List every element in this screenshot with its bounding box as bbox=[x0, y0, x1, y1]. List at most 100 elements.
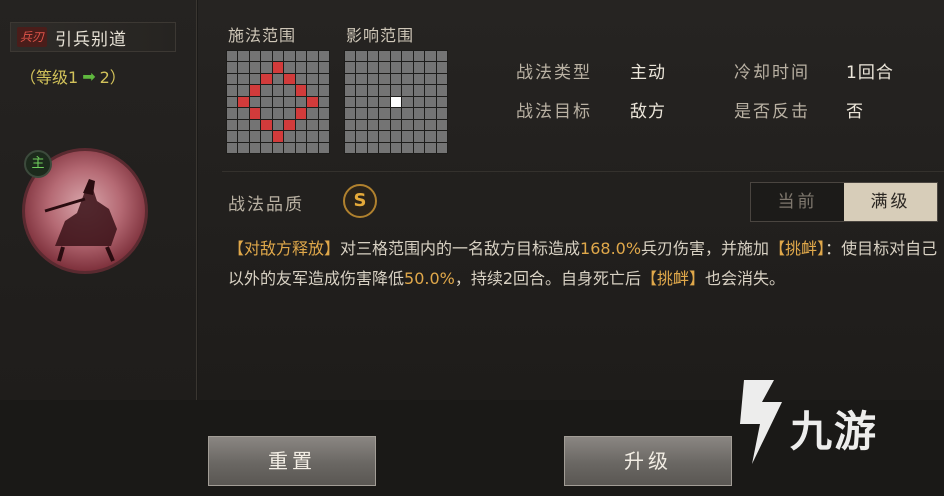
grid-cell bbox=[345, 62, 356, 73]
grid-cell bbox=[238, 85, 249, 96]
tactic-name: 引兵别道 bbox=[55, 29, 128, 50]
grid-cell bbox=[390, 142, 402, 153]
grid-cell bbox=[379, 131, 390, 142]
grid-cell bbox=[436, 131, 447, 142]
tab-current-level[interactable]: 当前 bbox=[751, 183, 844, 221]
tab-max-level[interactable]: 满级 bbox=[844, 183, 937, 221]
grid-cell bbox=[436, 119, 447, 131]
grid-cell bbox=[307, 131, 318, 142]
grid-cell bbox=[356, 62, 367, 73]
grid-cell bbox=[284, 142, 295, 153]
grid-cell bbox=[272, 85, 284, 96]
grid-cell bbox=[318, 142, 329, 153]
grid-cell bbox=[390, 119, 402, 131]
grid-cell bbox=[436, 96, 447, 108]
level-from: （等级1 bbox=[20, 68, 79, 87]
grid-cell bbox=[249, 96, 261, 108]
grid-cell bbox=[425, 85, 436, 96]
cast-range-cell bbox=[295, 108, 307, 119]
grid-cell bbox=[261, 62, 272, 73]
grid-cell bbox=[379, 51, 390, 62]
grid-cell bbox=[356, 131, 367, 142]
grid-cell bbox=[238, 142, 249, 153]
grid-cell bbox=[390, 62, 402, 73]
grid-cell bbox=[227, 119, 238, 131]
tactic-target-value: 敌方 bbox=[630, 102, 666, 122]
grid-cell bbox=[307, 119, 318, 131]
grid-cell bbox=[356, 119, 367, 131]
cast-range-grid bbox=[226, 50, 330, 154]
tactic-name-plate: 兵刃 引兵别道 bbox=[10, 22, 176, 52]
grid-cell bbox=[402, 62, 413, 73]
grid-cell bbox=[413, 96, 425, 108]
grid-cell bbox=[227, 51, 238, 62]
grid-cell bbox=[238, 131, 249, 142]
grid-cell bbox=[249, 142, 261, 153]
grid-cell bbox=[425, 108, 436, 119]
cast-range-cell bbox=[295, 85, 307, 96]
grid-cell bbox=[356, 85, 367, 96]
grid-cell bbox=[402, 108, 413, 119]
tactic-type-label: 战法类型 bbox=[516, 63, 592, 83]
grid-cell bbox=[356, 142, 367, 153]
grid-cell bbox=[318, 119, 329, 131]
grid-cell bbox=[402, 85, 413, 96]
grid-cell bbox=[318, 62, 329, 73]
cast-range-cell bbox=[261, 119, 272, 131]
cooldown-value: 1回合 bbox=[846, 63, 894, 83]
grid-cell bbox=[261, 131, 272, 142]
grid-cell bbox=[284, 96, 295, 108]
grid-cell bbox=[261, 108, 272, 119]
grid-cell bbox=[402, 96, 413, 108]
reduction-rate-value: 50.0% bbox=[404, 269, 455, 288]
grid-cell bbox=[413, 51, 425, 62]
grid-cell bbox=[425, 62, 436, 73]
grid-cell bbox=[261, 51, 272, 62]
grid-cell bbox=[284, 51, 295, 62]
grid-cell bbox=[425, 51, 436, 62]
grid-cell bbox=[425, 73, 436, 85]
grid-cell bbox=[379, 108, 390, 119]
grid-cell bbox=[367, 85, 379, 96]
quality-grade-badge: S bbox=[343, 184, 377, 218]
tactic-target-label: 战法目标 bbox=[516, 102, 592, 122]
grid-cell bbox=[318, 96, 329, 108]
cast-range-cell bbox=[284, 73, 295, 85]
effect-range-label: 影响范围 bbox=[346, 26, 415, 45]
target-cell bbox=[390, 96, 402, 108]
grid-cell bbox=[227, 62, 238, 73]
desc-text-4: ，持续2回合。自身死亡后 bbox=[454, 269, 642, 288]
grid-cell bbox=[356, 96, 367, 108]
counterattack-value: 否 bbox=[846, 102, 864, 122]
grid-cell bbox=[413, 73, 425, 85]
grid-cell bbox=[272, 73, 284, 85]
grid-cell bbox=[390, 85, 402, 96]
grid-cell bbox=[379, 62, 390, 73]
cast-range-cell bbox=[284, 119, 295, 131]
grid-cell bbox=[249, 131, 261, 142]
grid-cell bbox=[345, 142, 356, 153]
grid-cell bbox=[295, 62, 307, 73]
grid-cell bbox=[379, 142, 390, 153]
taunt-tag-2: 【挑衅】 bbox=[641, 269, 706, 288]
grid-cell bbox=[284, 131, 295, 142]
tactic-type-value: 主动 bbox=[630, 63, 666, 83]
upgrade-button[interactable]: 升级 bbox=[564, 436, 732, 486]
grid-cell bbox=[345, 96, 356, 108]
grid-cell bbox=[238, 62, 249, 73]
grid-cell bbox=[318, 85, 329, 96]
watermark-text: 九游 bbox=[790, 407, 879, 456]
grid-cell bbox=[272, 51, 284, 62]
quality-label: 战法品质 bbox=[228, 195, 304, 215]
grid-cell bbox=[318, 108, 329, 119]
cast-range-cell bbox=[307, 96, 318, 108]
grid-cell bbox=[249, 73, 261, 85]
cast-range-cell bbox=[238, 96, 249, 108]
cast-range-cell bbox=[249, 85, 261, 96]
grid-cell bbox=[295, 131, 307, 142]
reset-button[interactable]: 重置 bbox=[208, 436, 376, 486]
cast-range-cell bbox=[272, 62, 284, 73]
grid-cell bbox=[295, 51, 307, 62]
grid-cell bbox=[261, 142, 272, 153]
desc-text-5: 也会消失。 bbox=[705, 269, 786, 288]
